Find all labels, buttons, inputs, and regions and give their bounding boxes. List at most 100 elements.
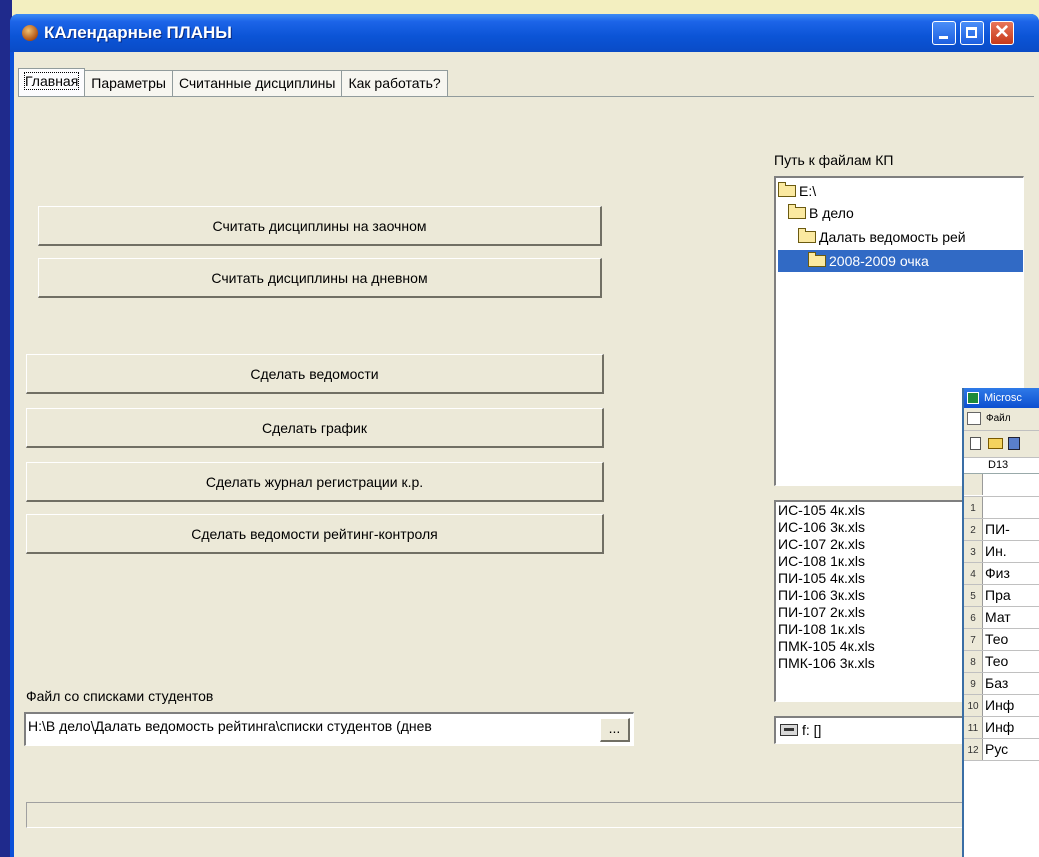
excel-title: Microsc (984, 392, 1022, 404)
list-item[interactable]: ПМК-105 4к.xls (776, 638, 973, 655)
tree-item-label: Далать ведомость рей (819, 229, 966, 245)
row-number: 12 (964, 739, 983, 760)
row-number: 3 (964, 541, 983, 562)
make-statements-button[interactable]: Сделать ведомости (26, 354, 604, 394)
cell[interactable]: Мат (985, 609, 1011, 625)
row-number: 10 (964, 695, 983, 716)
cell[interactable]: Физ (985, 565, 1010, 581)
excel-menu-bar: Файл (964, 408, 1039, 431)
tab-read-disciplines[interactable]: Считанные дисциплины (171, 70, 343, 97)
make-schedule-button[interactable]: Сделать график (26, 408, 604, 448)
browse-button[interactable]: ... (600, 718, 630, 742)
cell[interactable]: Баз (985, 675, 1008, 691)
row-number: 8 (964, 651, 983, 672)
make-registration-log-button[interactable]: Сделать журнал регистрации к.р. (26, 462, 604, 502)
excel-window[interactable]: Microsc Файл D13 1 2 ПИ- 3 Ин. 4 Физ 5 Пра 6… (962, 388, 1039, 857)
list-item[interactable]: ИС-108 1к.xls (776, 553, 973, 570)
table-row: 5 Пра (964, 585, 1039, 607)
drive-icon (780, 724, 798, 736)
tree-item-label: E:\ (799, 183, 817, 199)
excel-menu-file[interactable]: Файл (986, 413, 1011, 424)
cell[interactable]: Рус (985, 741, 1008, 757)
close-icon: ✕ (994, 22, 1010, 43)
minimize-icon (939, 36, 948, 39)
students-file-label: Файл со списками студентов (26, 688, 214, 704)
read-daytime-button[interactable]: Считать дисциплины на дневном (38, 258, 602, 298)
tree-item-drive[interactable]: E:\ (778, 180, 816, 202)
table-row: 8 Тео (964, 651, 1039, 673)
list-item[interactable]: ПИ-108 1к.xls (776, 621, 973, 638)
table-row: 1 (964, 497, 1039, 519)
table-row: 12 Рус (964, 739, 1039, 761)
tree-item-vedomost[interactable]: Далать ведомость рей (798, 226, 966, 248)
path-label: Путь к файлам КП (774, 152, 894, 168)
maximize-icon (966, 27, 977, 38)
excel-toolbar (964, 431, 1039, 458)
list-item[interactable]: ИС-106 3к.xls (776, 519, 973, 536)
maximize-button[interactable] (960, 21, 984, 45)
new-file-icon[interactable] (970, 437, 981, 450)
list-item[interactable]: ПИ-107 2к.xls (776, 604, 973, 621)
table-row: 10 Инф (964, 695, 1039, 717)
table-row: 9 Баз (964, 673, 1039, 695)
tree-item-label: 2008-2009 очка (829, 253, 929, 269)
table-row: 7 Тео (964, 629, 1039, 651)
row-number: 9 (964, 673, 983, 694)
close-button[interactable]: ✕ (990, 21, 1014, 45)
status-bar (26, 802, 976, 828)
table-row: 6 Мат (964, 607, 1039, 629)
file-list[interactable]: ИС-105 4к.xls ИС-106 3к.xls ИС-107 2к.xl… (774, 500, 974, 702)
drive-value: f: [] (802, 722, 822, 738)
tab-parameters[interactable]: Параметры (84, 70, 173, 97)
row-number: 6 (964, 607, 983, 628)
folder-open-icon (798, 228, 816, 243)
row-number: 11 (964, 717, 983, 738)
excel-title-bar[interactable]: Microsc (964, 388, 1039, 408)
app-window: КАлендарные ПЛАНЫ ✕ Главная Параметры Сч… (10, 14, 1039, 857)
table-row: 4 Физ (964, 563, 1039, 585)
tree-item-v-delo[interactable]: В дело (788, 202, 854, 224)
row-number: 2 (964, 519, 983, 540)
tab-main[interactable]: Главная (18, 68, 86, 97)
table-row: 11 Инф (964, 717, 1039, 739)
tree-item-2008-2009[interactable]: 2008-2009 очка (778, 250, 1023, 272)
cell[interactable]: Ин. (985, 543, 1007, 559)
app-icon (22, 25, 38, 41)
save-icon[interactable] (1008, 437, 1020, 450)
tab-label: Главная (23, 72, 80, 90)
folder-open-icon (788, 204, 806, 219)
cell[interactable]: ПИ- (985, 521, 1010, 537)
tree-item-label: В дело (809, 205, 854, 221)
list-item[interactable]: ПИ-105 4к.xls (776, 570, 973, 587)
row-number: 1 (964, 497, 983, 518)
row-number: 7 (964, 629, 983, 650)
cell[interactable]: Инф (985, 719, 1014, 735)
tab-label: Считанные дисциплины (178, 75, 336, 91)
make-rating-statements-button[interactable]: Сделать ведомости рейтинг-контроля (26, 514, 604, 554)
excel-doc-icon (967, 412, 981, 425)
list-item[interactable]: ПИ-106 3к.xls (776, 587, 973, 604)
folder-open-icon (778, 182, 796, 197)
list-item[interactable]: ИС-105 4к.xls (776, 502, 973, 519)
excel-name-box[interactable]: D13 (964, 458, 1039, 474)
drive-select[interactable]: f: [] (774, 716, 974, 744)
cell[interactable]: Тео (985, 631, 1008, 647)
table-row: 2 ПИ- (964, 519, 1039, 541)
cell[interactable]: Инф (985, 697, 1014, 713)
window-title: КАлендарные ПЛАНЫ (44, 23, 232, 42)
list-item[interactable]: ПМК-106 3к.xls (776, 655, 973, 672)
folder-open-icon (808, 252, 826, 267)
cell[interactable]: Пра (985, 587, 1011, 603)
cell[interactable]: Тео (985, 653, 1008, 669)
open-folder-icon[interactable] (988, 438, 1003, 449)
students-file-value: H:\В дело\Далать ведомость рейтинга\спис… (28, 718, 432, 734)
read-correspondence-button[interactable]: Считать дисциплины на заочном (38, 206, 602, 246)
students-file-field[interactable]: H:\В дело\Далать ведомость рейтинга\спис… (24, 712, 634, 746)
row-number: 5 (964, 585, 983, 606)
main-panel: Главная Параметры Считанные дисциплины К… (14, 52, 1039, 857)
title-bar[interactable]: КАлендарные ПЛАНЫ ✕ (10, 14, 1039, 52)
tab-how-to-work[interactable]: Как работать? (341, 70, 448, 97)
table-row: 3 Ин. (964, 541, 1039, 563)
minimize-button[interactable] (932, 21, 956, 45)
list-item[interactable]: ИС-107 2к.xls (776, 536, 973, 553)
